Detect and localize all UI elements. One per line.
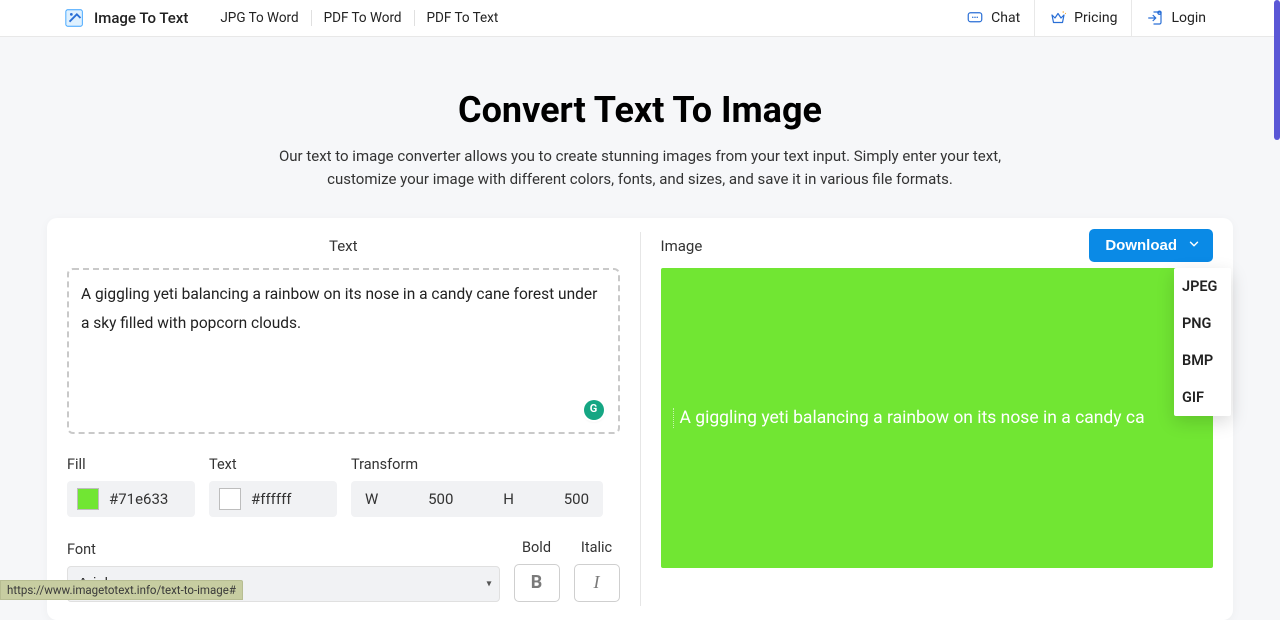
italic-label: Italic: [581, 539, 612, 556]
nav-links: JPG To Word PDF To Word PDF To Text: [208, 10, 510, 26]
download-label: Download: [1105, 237, 1177, 254]
logo-icon: [64, 7, 86, 29]
controls-row: Fill #71e633 Text #ffffff Transform: [67, 456, 620, 517]
image-pane-title: Image: [661, 237, 703, 255]
font-label: Font: [67, 541, 500, 558]
transform-label: Transform: [351, 456, 620, 473]
page-title: Convert Text To Image: [0, 89, 1280, 131]
text-color-input[interactable]: #ffffff: [209, 481, 337, 517]
text-swatch-icon: [219, 488, 241, 510]
download-menu: JPEG PNG BMP GIF: [1174, 268, 1231, 416]
nav-pdf-to-word[interactable]: PDF To Word: [311, 10, 414, 26]
text-input[interactable]: A giggling yeti balancing a rainbow on i…: [67, 268, 620, 434]
status-bar-url: https://www.imagetotext.info/text-to-ima…: [0, 580, 243, 600]
fill-value: #71e633: [109, 490, 182, 508]
text-pane-title: Text: [67, 237, 620, 255]
pricing-label: Pricing: [1074, 10, 1117, 26]
grammarly-icon[interactable]: G: [584, 400, 604, 420]
download-button[interactable]: Download: [1089, 229, 1213, 262]
italic-button[interactable]: I: [574, 564, 620, 602]
transform-input[interactable]: W 500 H 500: [351, 481, 603, 517]
nav-pdf-to-text[interactable]: PDF To Text: [414, 10, 511, 26]
fill-color-input[interactable]: #71e633: [67, 481, 195, 517]
chat-icon: [966, 9, 984, 27]
chat-link[interactable]: Chat: [952, 0, 1034, 37]
width-value: 500: [428, 490, 453, 508]
logo-text: Image To Text: [94, 9, 188, 27]
text-input-value: A giggling yeti balancing a rainbow on i…: [81, 285, 597, 332]
pricing-icon: [1049, 9, 1067, 27]
menu-jpeg[interactable]: JPEG: [1174, 268, 1231, 305]
width-label: W: [365, 490, 378, 508]
image-preview: A giggling yeti balancing a rainbow on i…: [661, 268, 1214, 568]
nav-jpg-to-word[interactable]: JPG To Word: [208, 10, 310, 26]
page-content: Convert Text To Image Our text to image …: [0, 37, 1280, 620]
fill-swatch-icon: [77, 488, 99, 510]
vertical-scrollbar[interactable]: [1274, 0, 1280, 600]
login-link[interactable]: + Login: [1131, 0, 1220, 37]
bold-label: Bold: [522, 539, 551, 556]
page-subtitle: Our text to image converter allows you t…: [275, 145, 1005, 192]
height-label: H: [503, 490, 514, 508]
chat-label: Chat: [991, 10, 1020, 26]
height-value: 500: [564, 490, 589, 508]
menu-bmp[interactable]: BMP: [1174, 342, 1231, 379]
header-bar: Image To Text JPG To Word PDF To Word PD…: [0, 0, 1280, 37]
fill-label: Fill: [67, 456, 195, 473]
text-color-value: #ffffff: [251, 490, 306, 508]
image-pane: Image Download A giggling yeti balancing…: [641, 218, 1234, 620]
pricing-link[interactable]: Pricing: [1034, 0, 1131, 37]
menu-png[interactable]: PNG: [1174, 305, 1231, 342]
svg-text:+: +: [1159, 11, 1161, 15]
preview-text: A giggling yeti balancing a rainbow on i…: [680, 408, 1145, 428]
menu-gif[interactable]: GIF: [1174, 379, 1231, 416]
bold-button[interactable]: B: [514, 564, 560, 602]
text-color-label: Text: [209, 456, 337, 473]
logo[interactable]: Image To Text: [64, 7, 188, 29]
main-card: Text A giggling yeti balancing a rainbow…: [47, 218, 1233, 620]
chevron-down-icon: [1187, 237, 1201, 254]
scroll-thumb[interactable]: [1274, 0, 1280, 140]
login-label: Login: [1171, 10, 1206, 26]
login-icon: +: [1146, 9, 1164, 27]
text-pane: Text A giggling yeti balancing a rainbow…: [47, 218, 640, 620]
header-right: Chat Pricing + Login: [952, 0, 1220, 37]
